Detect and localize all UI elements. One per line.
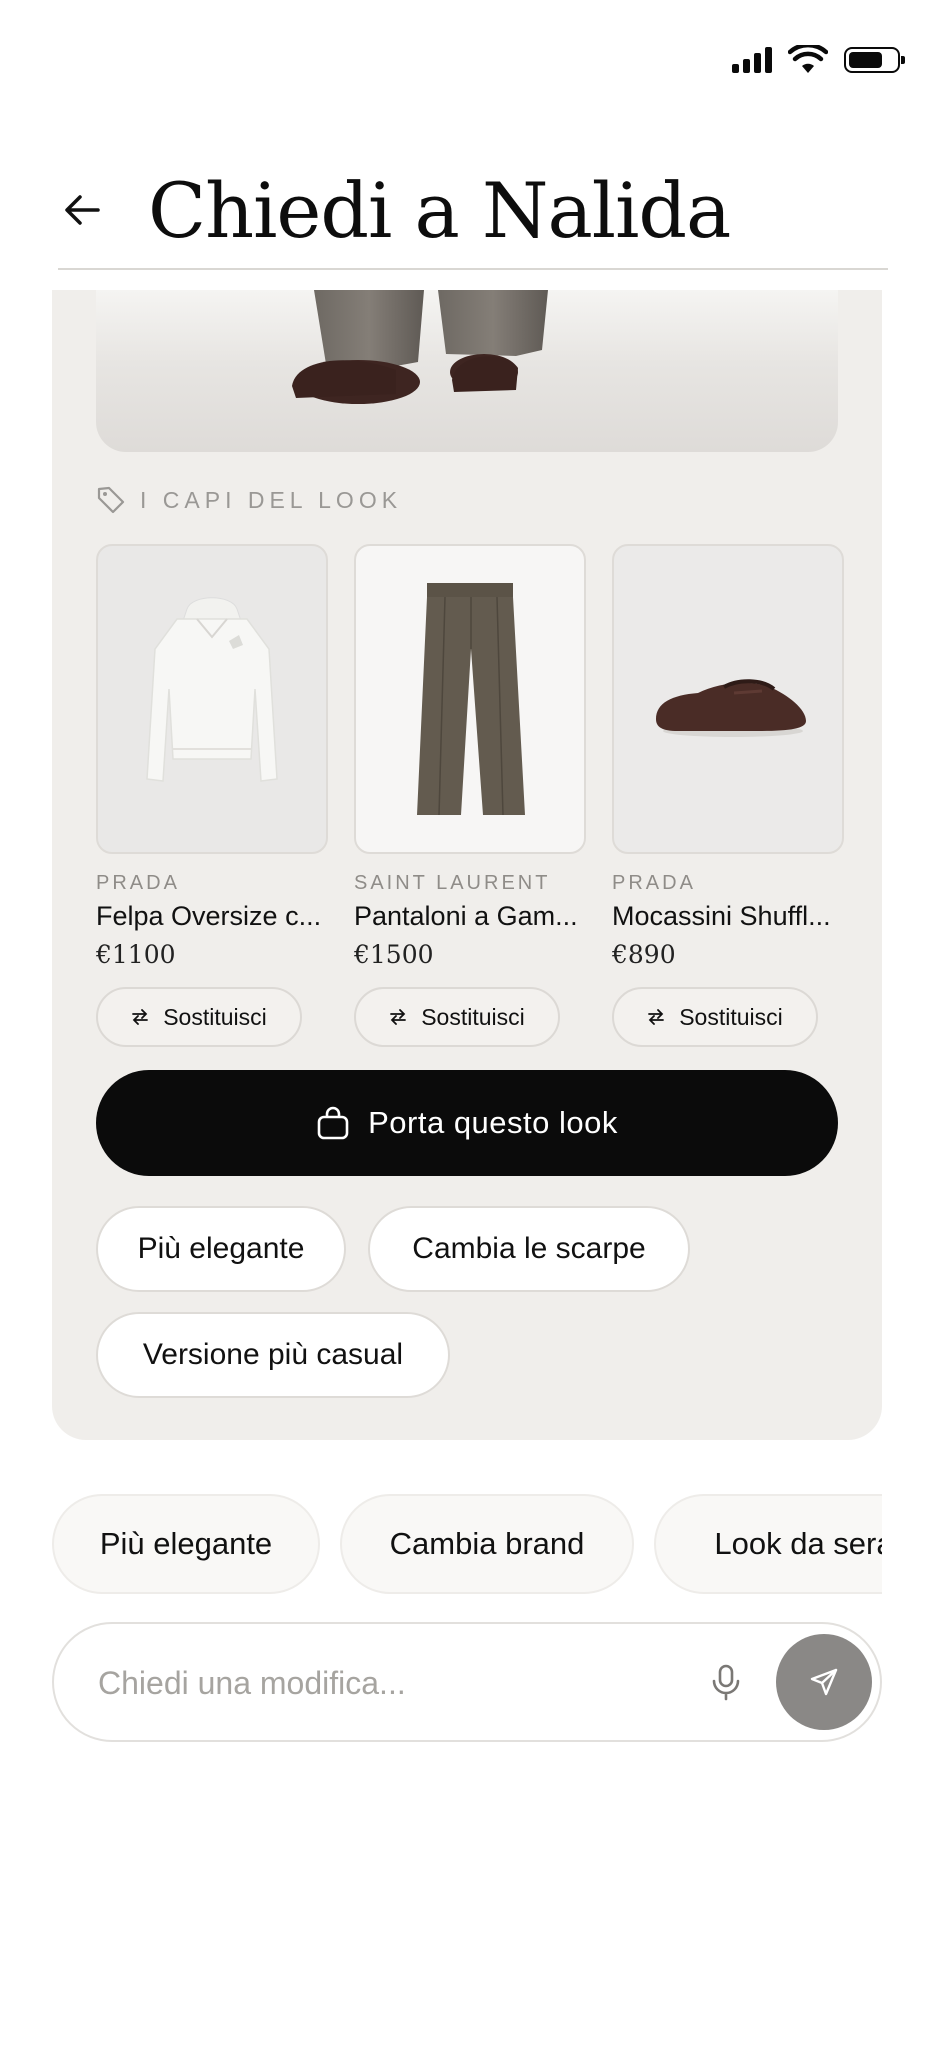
product-brand: PRADA <box>96 872 180 894</box>
shopping-bag-icon <box>317 1106 349 1140</box>
send-button[interactable] <box>776 1634 872 1730</box>
suggestion-evening-look[interactable]: Look da sera <box>654 1494 882 1594</box>
product-image-loafers[interactable] <box>612 544 844 854</box>
microphone-icon[interactable] <box>706 1662 746 1702</box>
swap-button-label: Sostituisci <box>679 1003 783 1030</box>
refine-chip-more-elegant[interactable]: Più elegante <box>96 1206 346 1292</box>
swap-icon <box>132 1009 149 1025</box>
look-hero-image <box>96 290 838 452</box>
send-icon <box>810 1668 838 1696</box>
suggestion-change-brand[interactable]: Cambia brand <box>340 1494 634 1594</box>
product-card[interactable]: SAINT LAURENT Pantaloni a Gam... €1500 S… <box>354 544 586 1047</box>
swap-button[interactable]: Sostituisci <box>96 987 302 1047</box>
status-bar <box>732 40 905 80</box>
look-products: PRADA Felpa Oversize c... €1100 Sostitui… <box>96 544 844 1047</box>
product-name[interactable]: Pantaloni a Gam... <box>354 901 586 932</box>
product-price: €890 <box>612 940 676 969</box>
product-brand: PRADA <box>612 872 696 894</box>
refine-chip-change-shoes[interactable]: Cambia le scarpe <box>368 1206 690 1292</box>
swap-button-label: Sostituisci <box>421 1003 525 1030</box>
swap-icon <box>390 1009 407 1025</box>
look-items-label: I CAPI DEL LOOK <box>96 480 402 520</box>
product-card[interactable]: PRADA Felpa Oversize c... €1100 Sostitui… <box>96 544 328 1047</box>
signal-icon <box>732 47 772 73</box>
product-image-hoodie[interactable] <box>96 544 328 854</box>
product-name[interactable]: Mocassini Shuffl... <box>612 901 844 932</box>
header: Chiedi a Nalida <box>58 150 888 270</box>
product-card[interactable]: PRADA Mocassini Shuffl... €890 Sostituis… <box>612 544 844 1047</box>
product-brand: SAINT LAURENT <box>354 872 551 894</box>
buy-look-label: Porta questo look <box>368 1105 618 1140</box>
suggestion-more-elegant[interactable]: Più elegante <box>52 1494 320 1594</box>
message-input[interactable] <box>98 1652 658 1714</box>
tag-icon <box>97 486 125 514</box>
header-divider <box>58 268 888 270</box>
arrow-left-icon[interactable] <box>58 186 106 234</box>
product-price: €1100 <box>96 940 176 969</box>
product-price: €1500 <box>354 940 434 969</box>
product-image-trousers[interactable] <box>354 544 586 854</box>
swap-button[interactable]: Sostituisci <box>612 987 818 1047</box>
battery-icon <box>844 47 905 73</box>
wifi-icon <box>788 45 828 73</box>
look-card: I CAPI DEL LOOK PRADA Felpa Oversize c..… <box>52 290 882 1440</box>
swap-button-label: Sostituisci <box>163 1003 267 1030</box>
product-name[interactable]: Felpa Oversize c... <box>96 901 328 932</box>
page-title: Chiedi a Nalida <box>148 165 731 255</box>
refine-chip-casual-version[interactable]: Versione più casual <box>96 1312 450 1398</box>
section-label-text: I CAPI DEL LOOK <box>140 486 403 513</box>
swap-button[interactable]: Sostituisci <box>354 987 560 1047</box>
buy-look-button[interactable]: Porta questo look <box>96 1070 838 1176</box>
message-composer <box>52 1622 882 1742</box>
swap-icon <box>648 1009 665 1025</box>
suggestion-row[interactable]: Più elegante Cambia brand Look da sera <box>52 1494 882 1598</box>
